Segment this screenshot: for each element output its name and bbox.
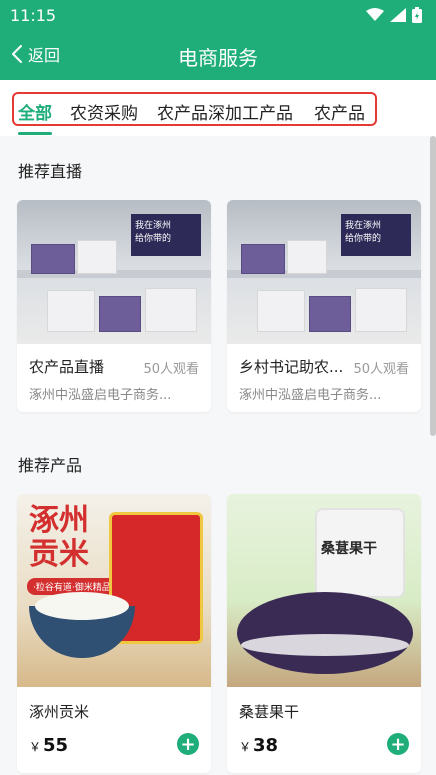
mulberry-bowl xyxy=(237,592,413,674)
signal-icon xyxy=(390,8,406,22)
currency-symbol: ￥ xyxy=(239,740,252,754)
live-name: 农产品直播 xyxy=(29,358,105,376)
category-tabs: 全部 农资采购 农产品深加工产品 农产品 xyxy=(0,80,436,136)
tab-processed-products[interactable]: 农产品深加工产品 xyxy=(157,99,293,124)
status-icons xyxy=(366,7,422,23)
company-name: 涿州中泓盛启电子商务... xyxy=(29,388,172,403)
live-name: 乡村书记助农... xyxy=(239,358,344,376)
add-to-cart-button[interactable]: + xyxy=(387,733,409,755)
product-price: ￥ 38 xyxy=(239,735,278,756)
main-content: 推荐直播 我在涿州 给你带的 农产品直播 50人观看 涿州中泓盛启电子商务... xyxy=(0,136,436,775)
bowl-rim xyxy=(241,634,409,656)
viewer-count: 50人观看 xyxy=(143,362,199,377)
product-image: 桑葚果干 xyxy=(227,494,421,687)
poster-text-1: 我在涿州 xyxy=(135,221,172,231)
page-title: 电商服务 xyxy=(178,46,258,70)
tab-agri-products[interactable]: 农产品 xyxy=(314,99,365,124)
currency-symbol: ￥ xyxy=(29,740,42,754)
live-section-title: 推荐直播 xyxy=(18,162,83,181)
products-section-title: 推荐产品 xyxy=(18,456,83,475)
product-image: 涿州 贡米 ·粒谷有道·御米精品 xyxy=(17,494,211,687)
live-thumbnail: 我在涿州 给你带的 xyxy=(227,200,421,344)
poster-text-2: 给你带的 xyxy=(135,234,172,244)
app-header: 返回 电商服务 xyxy=(0,30,436,80)
tab-agri-supplies[interactable]: 农资采购 xyxy=(70,99,138,124)
banner-poster: 我在涿州 给你带的 xyxy=(131,214,201,256)
rice-title-text: 涿州 贡米 xyxy=(29,503,89,572)
company-name: 涿州中泓盛启电子商务... xyxy=(239,388,382,403)
poster-text-1: 我在涿州 xyxy=(345,221,382,231)
active-tab-indicator xyxy=(18,132,52,135)
plus-icon: + xyxy=(390,733,406,755)
product-price: ￥ 55 xyxy=(29,735,68,756)
battery-icon xyxy=(412,7,422,23)
live-thumbnail: 我在涿州 给你带的 xyxy=(17,200,211,344)
live-card[interactable]: 我在涿州 给你带的 农产品直播 50人观看 涿州中泓盛启电子商务... xyxy=(17,200,211,412)
product-card[interactable]: 桑葚果干 桑葚果干 ￥ 38 + xyxy=(227,494,421,773)
product-card[interactable]: 涿州 贡米 ·粒谷有道·御米精品 涿州贡米 ￥ 55 + xyxy=(17,494,211,773)
poster-text-2: 给你带的 xyxy=(345,234,382,244)
plus-icon: + xyxy=(180,733,196,755)
product-name: 桑葚果干 xyxy=(239,703,300,721)
rice-heap xyxy=(35,592,129,620)
status-time: 11:15 xyxy=(10,5,57,25)
status-bar: 11:15 xyxy=(0,0,436,30)
mulberry-label: 桑葚果干 xyxy=(321,541,377,557)
price-value: 38 xyxy=(253,735,279,756)
banner-poster: 我在涿州 给你带的 xyxy=(341,214,411,256)
wifi-icon xyxy=(366,8,384,21)
scrollbar[interactable] xyxy=(430,136,436,436)
live-card[interactable]: 我在涿州 给你带的 乡村书记助农... 50人观看 涿州中泓盛启电子商务... xyxy=(227,200,421,412)
price-value: 55 xyxy=(43,735,69,756)
viewer-count: 50人观看 xyxy=(353,362,409,377)
add-to-cart-button[interactable]: + xyxy=(177,733,199,755)
product-name: 涿州贡米 xyxy=(29,703,90,721)
tab-all[interactable]: 全部 xyxy=(18,99,52,124)
